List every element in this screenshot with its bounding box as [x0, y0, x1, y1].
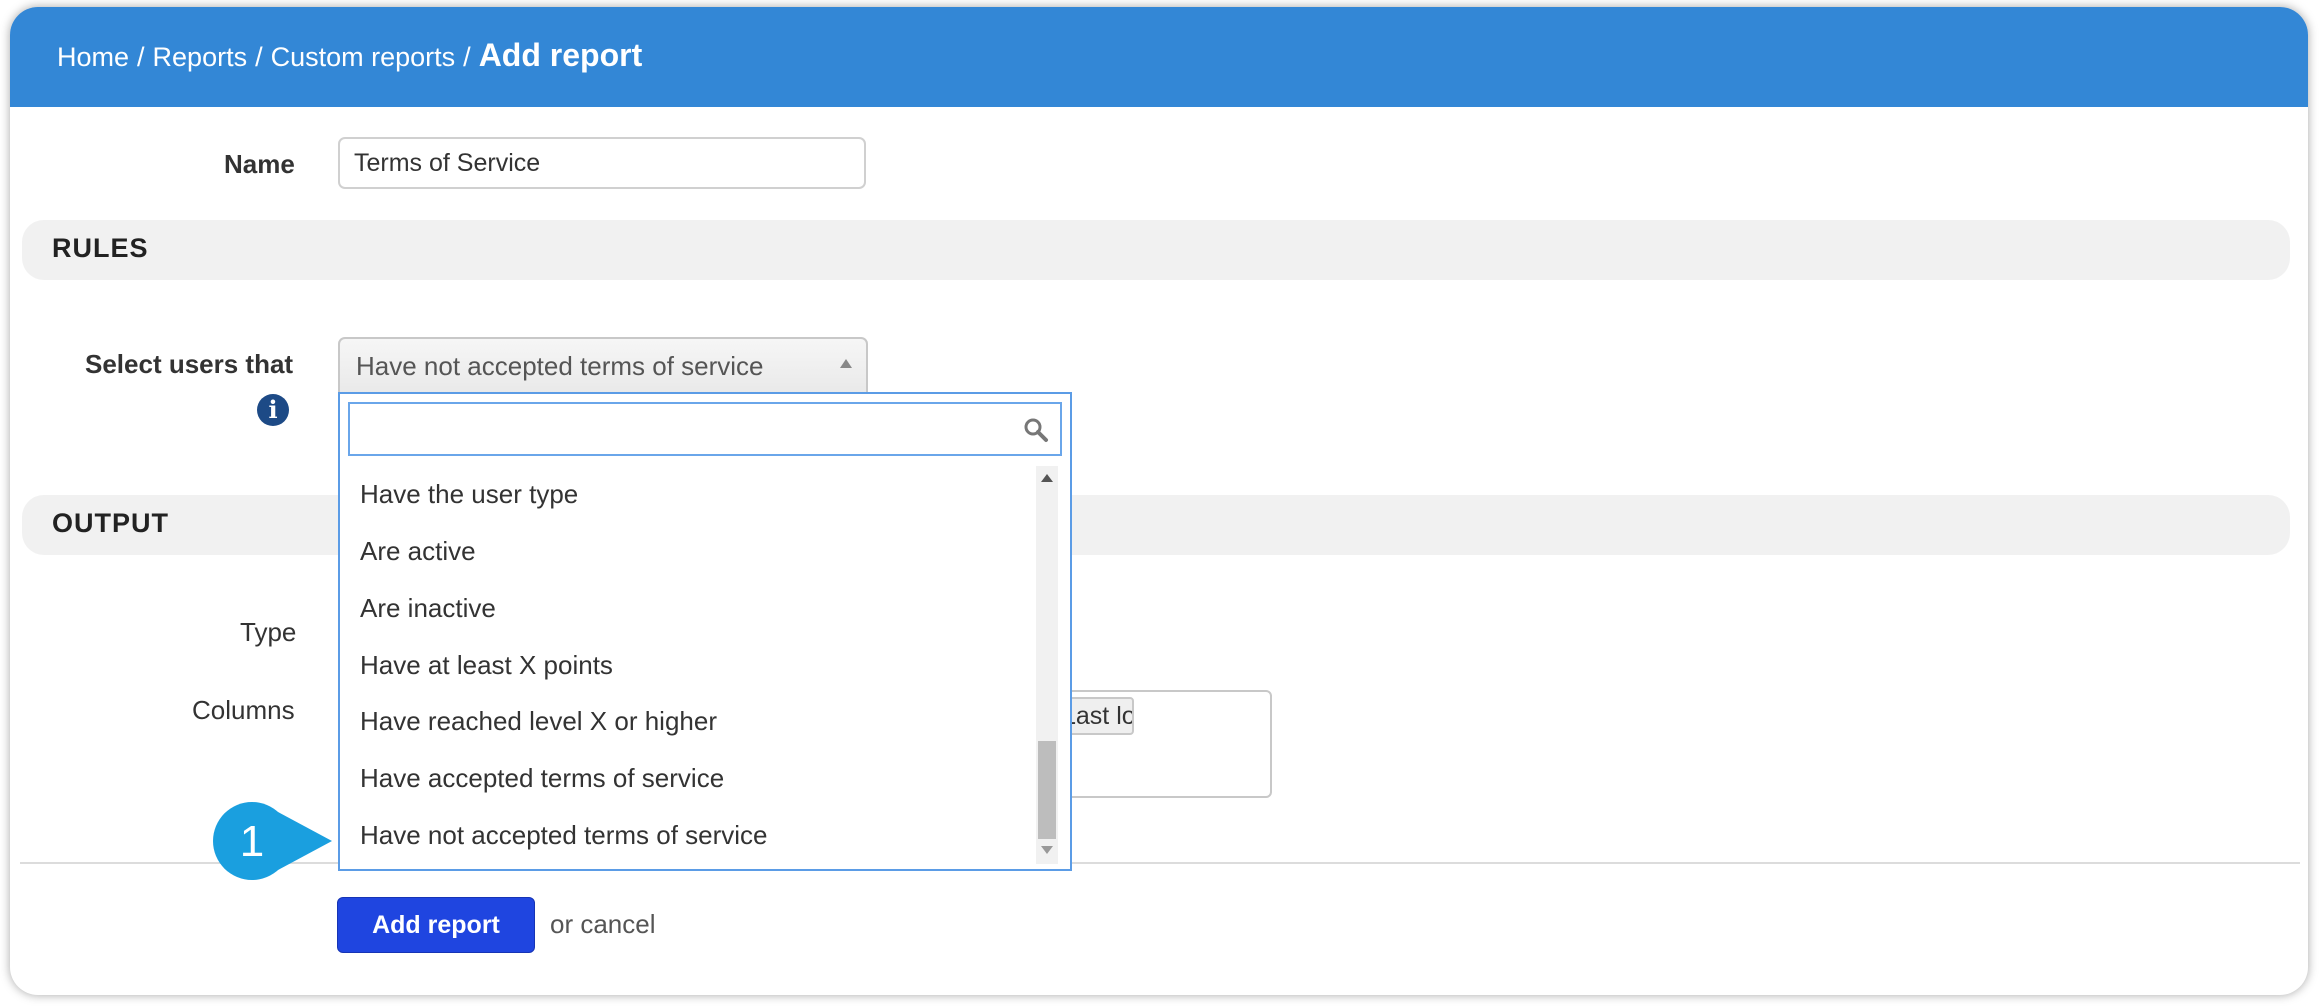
rules-section-title: RULES: [52, 233, 149, 263]
search-icon: [1024, 418, 1048, 442]
breadcrumb-separator: /: [137, 42, 145, 72]
breadcrumb-reports-link[interactable]: Reports: [153, 42, 248, 72]
callout-1-number: 1: [240, 817, 264, 866]
dropdown-option[interactable]: Have the user type: [360, 479, 578, 510]
name-label: Name: [224, 149, 295, 179]
rule-select-value: Have not accepted terms of service: [356, 351, 764, 381]
scroll-thumb[interactable]: [1038, 741, 1056, 839]
rule-dropdown: Have the user type Are active Are inacti…: [338, 392, 1072, 871]
dropdown-option[interactable]: Have not accepted terms of service: [360, 820, 768, 851]
rules-section-header: RULES: [22, 220, 2290, 280]
dropdown-option[interactable]: Have accepted terms of service: [360, 763, 724, 794]
column-tag-label: Last login: [1062, 702, 1134, 730]
page-title: Add report: [478, 37, 643, 73]
breadcrumb-home-link[interactable]: Home: [57, 42, 129, 72]
breadcrumb: Home / Reports / Custom reports / Add report: [57, 35, 642, 77]
dropdown-option[interactable]: Are active: [360, 536, 476, 567]
type-label: Type: [240, 617, 297, 647]
dropdown-option[interactable]: Are inactive: [360, 593, 496, 624]
select-users-label: Select users that: [85, 349, 294, 379]
columns-label: Columns: [192, 695, 295, 725]
cancel-link[interactable]: or cancel: [550, 909, 656, 940]
page-header: Home / Reports / Custom reports / Add report: [10, 7, 2308, 107]
rule-select[interactable]: Have not accepted terms of service: [338, 337, 868, 393]
dropdown-option[interactable]: Have at least X points: [360, 650, 613, 681]
scroll-down-icon[interactable]: [1041, 846, 1053, 854]
dropdown-scrollbar[interactable]: [1036, 466, 1058, 864]
callout-1: 1: [213, 802, 332, 880]
info-icon[interactable]: i: [257, 394, 289, 426]
output-section-title: OUTPUT: [52, 508, 169, 538]
add-report-button[interactable]: Add report: [337, 897, 535, 953]
breadcrumb-separator: /: [255, 42, 263, 72]
dropdown-search-input[interactable]: [348, 402, 1062, 456]
breadcrumb-separator: /: [463, 42, 471, 72]
breadcrumb-custom-reports-link[interactable]: Custom reports: [271, 42, 456, 72]
chevron-up-icon: [840, 359, 852, 368]
report-card: Home / Reports / Custom reports / Add report N…: [10, 7, 2308, 995]
name-input[interactable]: [338, 137, 866, 189]
scroll-up-icon[interactable]: [1041, 474, 1053, 482]
dropdown-options: Have the user type Are active Are inacti…: [340, 466, 1032, 868]
dropdown-option[interactable]: Have reached level X or higher: [360, 706, 717, 737]
